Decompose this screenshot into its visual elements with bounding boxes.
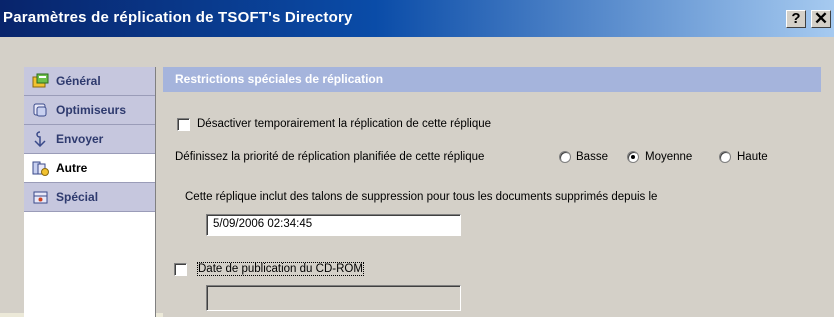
section-header: Restrictions spéciales de réplication — [163, 67, 821, 92]
general-icon — [32, 73, 49, 88]
cdrom-date-label[interactable]: Date de publication du CD-ROM — [197, 262, 364, 276]
optimizers-icon — [33, 103, 47, 117]
send-icon — [34, 131, 46, 147]
priority-low-label[interactable]: Basse — [576, 151, 608, 163]
deletion-stubs-date-field[interactable]: 5/09/2006 02:34:45 — [206, 214, 461, 236]
disable-replication-label[interactable]: Désactiver temporairement la réplication… — [197, 118, 491, 130]
priority-high-radio[interactable] — [719, 151, 731, 163]
sidebar-item-optimizers[interactable]: Optimiseurs — [24, 96, 155, 125]
deletion-stubs-label: Cette réplique inclut des talons de supp… — [185, 191, 658, 203]
sidebar-item-general[interactable]: Général — [24, 67, 155, 96]
disable-replication-checkbox[interactable] — [177, 118, 190, 131]
dialog-body: Général Optimiseurs Envoyer Autre Spécia… — [0, 37, 834, 317]
priority-label: Définissez la priorité de réplication pl… — [175, 151, 485, 163]
sidebar-item-other[interactable]: Autre — [24, 154, 155, 183]
window-title: Paramètres de réplication de TSOFT's Dir… — [3, 9, 353, 26]
other-icon — [32, 161, 49, 176]
sidebar-item-label: Général — [56, 74, 101, 88]
sidebar-item-special[interactable]: Spécial — [24, 183, 155, 212]
special-icon — [33, 191, 48, 204]
priority-medium-label[interactable]: Moyenne — [645, 151, 692, 163]
help-button[interactable]: ? — [786, 10, 806, 28]
priority-medium-radio[interactable] — [627, 151, 639, 163]
sidebar-item-label: Envoyer — [56, 132, 104, 146]
sidebar-item-send[interactable]: Envoyer — [24, 125, 155, 154]
sidebar-item-label: Optimiseurs — [56, 103, 127, 117]
close-button[interactable]: ✕ — [811, 10, 831, 28]
settings-panel: Restrictions spéciales de réplication Dé… — [163, 67, 834, 317]
priority-low-radio[interactable] — [559, 151, 571, 163]
sidebar-item-label: Spécial — [56, 190, 99, 204]
cdrom-date-checkbox[interactable] — [174, 263, 187, 276]
sidebar: Général Optimiseurs Envoyer Autre Spécia… — [24, 67, 156, 317]
cdrom-date-field — [206, 285, 461, 311]
sidebar-item-label: Autre — [56, 161, 88, 175]
section-title: Restrictions spéciales de réplication — [175, 72, 384, 86]
title-bar[interactable]: Paramètres de réplication de TSOFT's Dir… — [0, 0, 834, 37]
priority-high-label[interactable]: Haute — [737, 151, 768, 163]
